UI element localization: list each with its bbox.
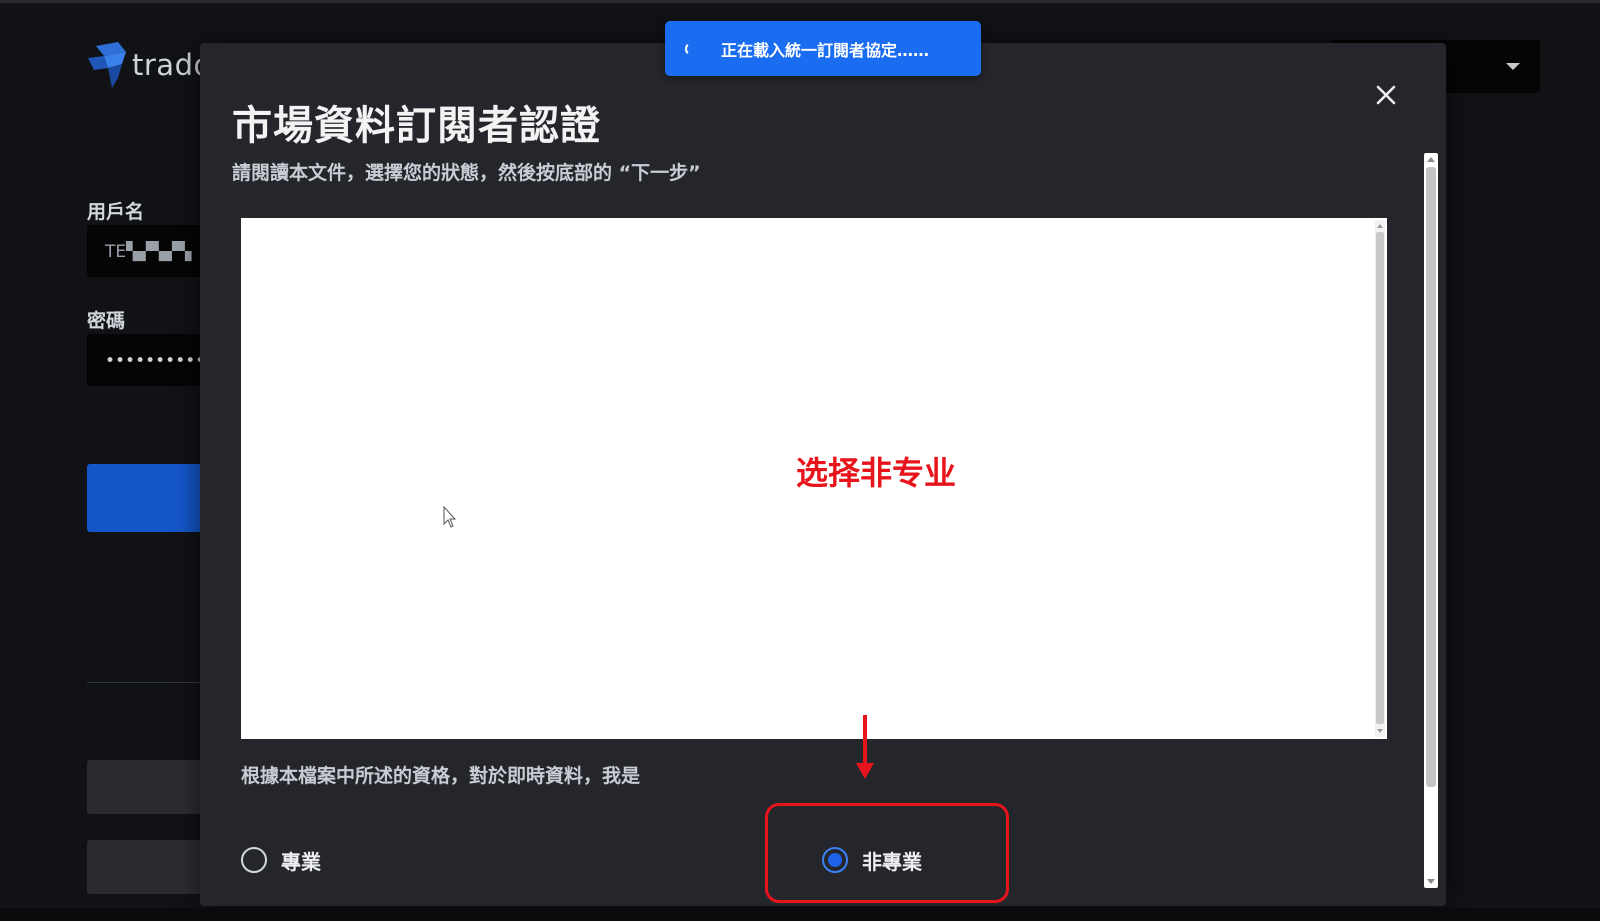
secondary-button-1[interactable] — [87, 760, 207, 814]
scroll-up-arrow-icon[interactable] — [1377, 224, 1383, 228]
qualification-text: 根據本檔案中所述的資格，對於即時資料，我是 — [241, 765, 641, 787]
chevron-down-icon — [1506, 63, 1520, 70]
annotation-arrow-down-icon — [856, 763, 874, 779]
window-bottom-edge — [0, 908, 1600, 921]
subscriber-certification-dialog: 市場資料訂閱者認證 請閱讀本文件，選擇您的狀態，然後按底部的 “下一步” 选择非… — [200, 43, 1446, 906]
username-input[interactable]: TE▚▞▚▞▚ — [87, 225, 207, 277]
secondary-button-2[interactable] — [87, 840, 207, 894]
password-input[interactable]: •••••••••••••• — [87, 334, 207, 386]
radio-professional-label[interactable]: 專業 — [281, 846, 321, 875]
scroll-down-arrow-icon[interactable] — [1377, 729, 1383, 733]
tradovate-logo: trado — [88, 42, 212, 88]
close-button[interactable] — [1366, 75, 1406, 115]
mouse-cursor-icon — [443, 506, 457, 528]
annotation-arrow-shaft — [863, 715, 867, 767]
document-scrollbar[interactable] — [1375, 220, 1385, 737]
login-divider — [87, 682, 207, 683]
toast-message: 正在載入統一訂閱者協定…… — [721, 40, 930, 60]
username-label: 用戶名 — [87, 201, 145, 223]
dialog-scroll-thumb[interactable] — [1426, 167, 1436, 787]
radio-unchecked-icon[interactable] — [241, 847, 267, 873]
radio-checked-icon[interactable] — [822, 847, 848, 873]
dialog-scrollbar[interactable] — [1424, 153, 1438, 888]
annotation-text: 选择非专业 — [796, 454, 957, 492]
tradovate-logo-icon — [88, 42, 126, 88]
document-scroll-thumb[interactable] — [1376, 232, 1384, 724]
close-icon — [1376, 85, 1396, 105]
radio-non-professional-label[interactable]: 非專業 — [862, 846, 922, 875]
dialog-title: 市場資料訂閱者認證 — [232, 103, 601, 149]
window-top-edge — [0, 0, 1600, 3]
dialog-scroll-down-icon[interactable] — [1427, 879, 1435, 884]
loading-toast: 正在載入統一訂閱者協定…… — [665, 21, 981, 76]
radio-professional[interactable]: 專業 — [241, 845, 321, 875]
dialog-scroll-up-icon[interactable] — [1427, 157, 1435, 162]
dialog-subtitle: 請閱讀本文件，選擇您的狀態，然後按底部的 “下一步” — [232, 162, 701, 184]
radio-non-professional[interactable]: 非專業 — [822, 845, 922, 875]
loading-spinner-icon — [685, 41, 699, 56]
password-label: 密碼 — [87, 310, 126, 332]
login-button[interactable] — [87, 464, 207, 532]
